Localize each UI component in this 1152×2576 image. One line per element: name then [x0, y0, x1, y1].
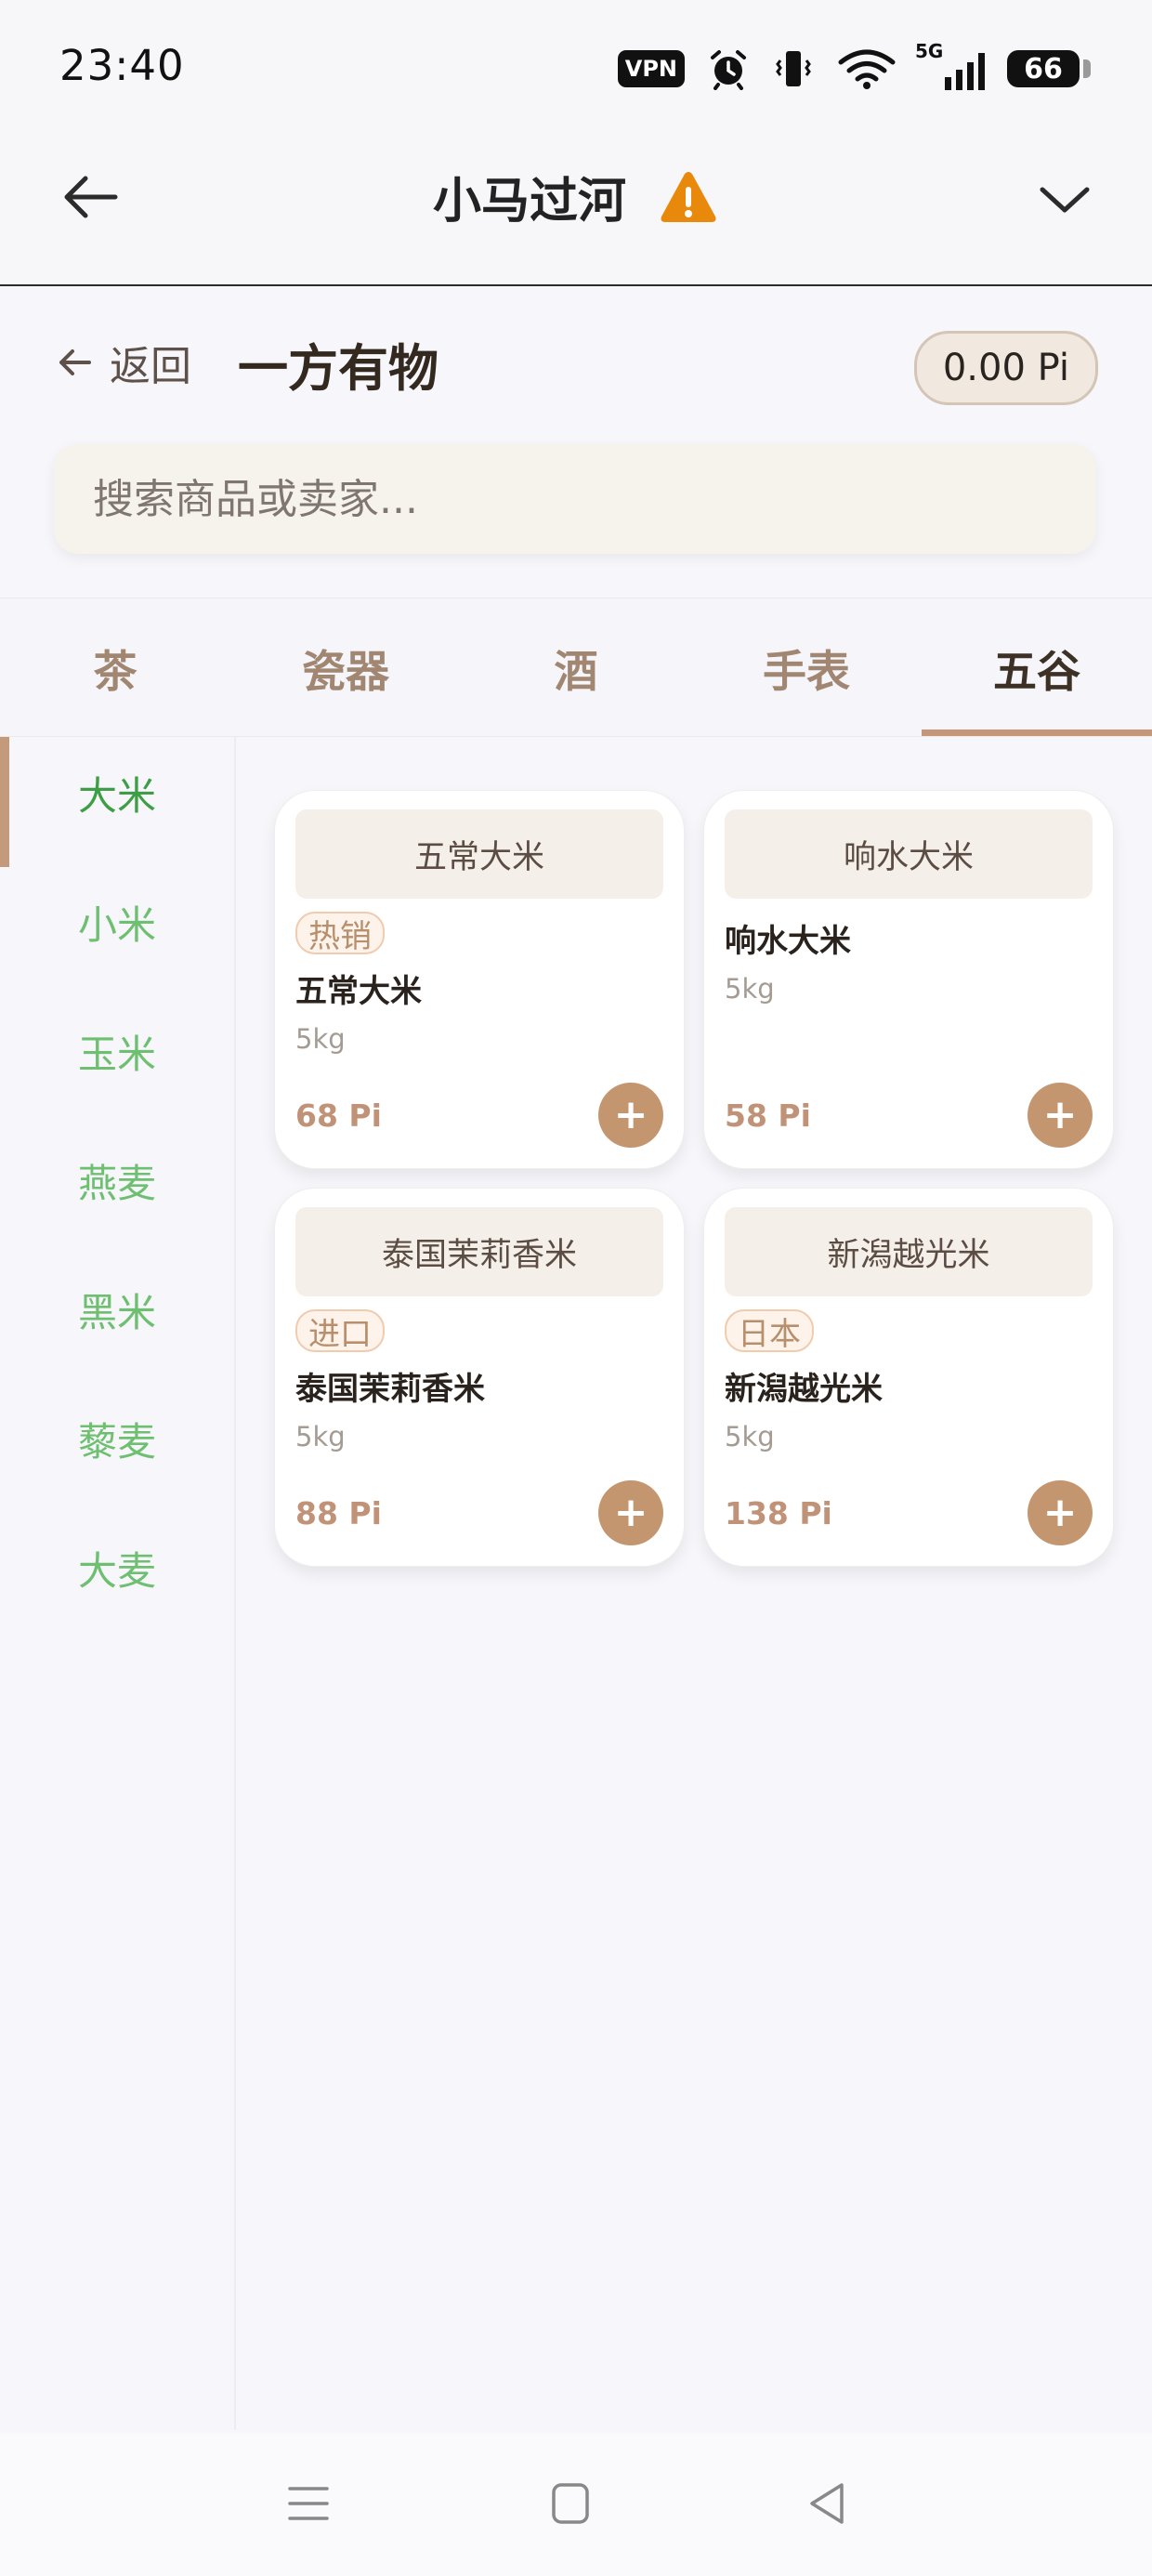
- vibrate-icon: [776, 51, 811, 86]
- back-label: 返回: [110, 343, 191, 390]
- search-box[interactable]: [54, 444, 1096, 554]
- shop-title: 一方有物: [238, 339, 439, 398]
- system-nav-bar: [0, 2433, 1152, 2576]
- subcategory-sidebar: 大米 小米 玉米 燕麦 黑米 藜麦 大麦: [0, 737, 236, 2430]
- product-name: 新潟越光米: [725, 1371, 883, 1408]
- tab-tea[interactable]: 茶: [0, 598, 230, 736]
- search-input[interactable]: [91, 474, 1096, 524]
- signal-icon: 5G: [915, 40, 985, 90]
- nav-title-wrap: 小马过河: [0, 162, 1152, 231]
- subcategory-item-rice[interactable]: 大米: [0, 737, 234, 867]
- product-tag: 热销: [295, 912, 385, 955]
- status-time: 23:40: [59, 41, 185, 90]
- product-price: 68 Pi: [295, 1097, 382, 1134]
- menu-icon[interactable]: [281, 2476, 336, 2531]
- tab-porcelain[interactable]: 瓷器: [230, 598, 461, 736]
- chevron-down-icon[interactable]: [1033, 167, 1096, 230]
- alarm-icon: [711, 50, 746, 90]
- nav-header: 小马过河: [0, 136, 1152, 286]
- category-tabs: 茶 瓷器 酒 手表 五谷: [0, 598, 1152, 736]
- product-unit: 5kg: [725, 1421, 775, 1452]
- home-square-icon[interactable]: [543, 2476, 598, 2531]
- subcategory-item-corn[interactable]: 玉米: [0, 995, 234, 1107]
- back-triangle-icon[interactable]: [801, 2476, 857, 2531]
- subcategory-item-black-rice[interactable]: 黑米: [0, 1254, 234, 1365]
- product-card[interactable]: 响水大米 响水大米 5kg 58 Pi +: [703, 790, 1114, 1169]
- tab-watches[interactable]: 手表: [691, 598, 922, 736]
- warning-icon[interactable]: [658, 168, 719, 226]
- add-to-cart-button[interactable]: +: [1028, 1083, 1093, 1148]
- tab-liquor[interactable]: 酒: [461, 598, 691, 736]
- product-tag: 日本: [725, 1309, 814, 1353]
- product-name: 响水大米: [725, 923, 851, 960]
- add-to-cart-button[interactable]: +: [598, 1480, 663, 1545]
- arrow-left-icon: [59, 349, 91, 375]
- product-image: 泰国茉莉香米: [295, 1207, 663, 1296]
- product-image: 响水大米: [725, 809, 1093, 899]
- subcategory-item-quinoa[interactable]: 藜麦: [0, 1383, 234, 1494]
- product-name: 泰国茉莉香米: [295, 1371, 485, 1408]
- product-name: 五常大米: [295, 973, 422, 1010]
- add-to-cart-button[interactable]: +: [598, 1083, 663, 1148]
- product-price: 138 Pi: [725, 1495, 832, 1531]
- status-icons: VPN 5G 66: [617, 40, 1091, 93]
- nav-title: 小马过河: [432, 174, 626, 230]
- subcategory-item-millet[interactable]: 小米: [0, 866, 234, 978]
- product-card[interactable]: 新潟越光米 日本 新潟越光米 5kg 138 Pi +: [703, 1188, 1114, 1567]
- product-price: 88 Pi: [295, 1495, 382, 1531]
- add-to-cart-button[interactable]: +: [1028, 1480, 1093, 1545]
- network-type: 5G: [915, 40, 944, 62]
- wifi-icon: [838, 49, 896, 89]
- product-unit: 5kg: [725, 973, 775, 1005]
- tab-grains[interactable]: 五谷: [922, 598, 1152, 736]
- product-image: 新潟越光米: [725, 1207, 1093, 1296]
- vpn-icon: VPN: [617, 50, 685, 87]
- status-bar: 23:40 VPN 5G 66: [0, 0, 1152, 136]
- back-button[interactable]: 返回: [54, 333, 191, 392]
- balance-badge[interactable]: 0.00 Pi: [913, 331, 1098, 405]
- subcategory-item-oats[interactable]: 燕麦: [0, 1124, 234, 1236]
- product-card[interactable]: 泰国茉莉香米 进口 泰国茉莉香米 5kg 88 Pi +: [274, 1188, 685, 1567]
- product-unit: 5kg: [295, 1421, 346, 1452]
- battery-icon: 66: [1007, 50, 1091, 87]
- product-image: 五常大米: [295, 809, 663, 899]
- subcategory-item-barley[interactable]: 大麦: [0, 1512, 234, 1623]
- shop-header: 返回 一方有物 0.00 Pi: [0, 286, 1152, 598]
- product-price: 58 Pi: [725, 1097, 811, 1134]
- product-card[interactable]: 五常大米 热销 五常大米 5kg 68 Pi +: [274, 790, 685, 1169]
- product-unit: 5kg: [295, 1023, 346, 1055]
- product-tag: 进口: [295, 1309, 385, 1353]
